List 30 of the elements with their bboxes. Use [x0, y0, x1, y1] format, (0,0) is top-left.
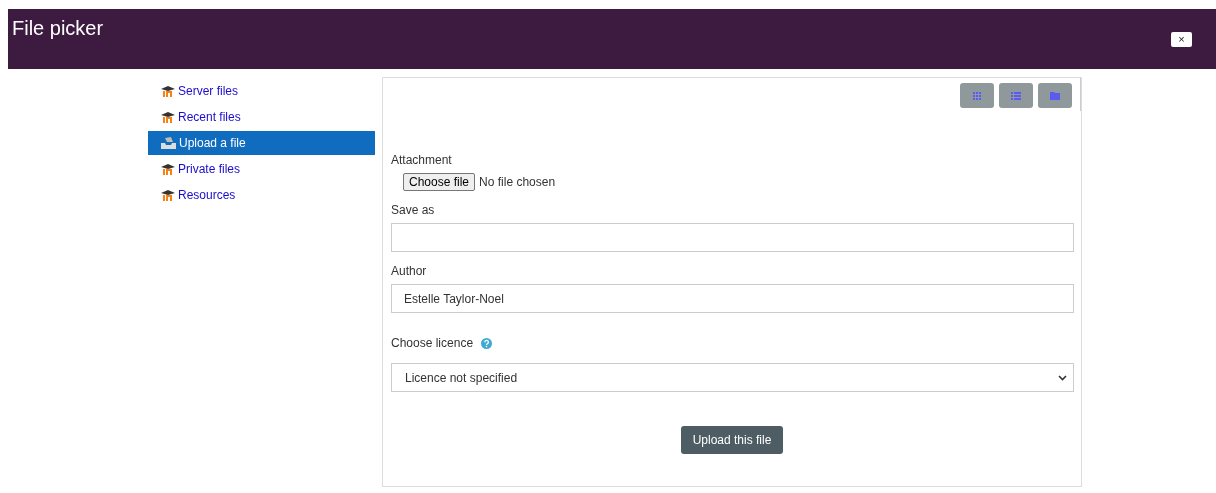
grid-icon [972, 91, 982, 100]
sidebar-item[interactable]: Resources [148, 183, 375, 207]
view-button[interactable] [1038, 83, 1072, 108]
field-label: Choose licence [391, 336, 474, 350]
close-button[interactable]: × [1171, 32, 1192, 47]
author-field[interactable]: Estelle Taylor-Noel [391, 284, 1074, 313]
sidebar-item[interactable]: Server files [148, 79, 375, 103]
field-label: Attachment [391, 153, 453, 167]
inbox-icon [161, 137, 176, 149]
folder-icon [1050, 91, 1060, 100]
field-label: Save as [391, 203, 436, 217]
mortarboard-icon [161, 85, 175, 97]
licence-dropdown[interactable]: Licence not specified [391, 363, 1074, 392]
mortarboard-icon [161, 111, 175, 123]
choose-file-button[interactable]: Choose file [403, 173, 476, 191]
view-button[interactable] [999, 83, 1033, 108]
help-icon[interactable] [481, 338, 493, 350]
list-icon [1011, 91, 1021, 100]
sidebar-item[interactable]: Private files [148, 157, 375, 181]
file-status: No file chosen [479, 175, 556, 189]
mortarboard-icon [161, 163, 175, 175]
view-button[interactable] [960, 83, 994, 108]
sidebar-item[interactable]: Upload a file [148, 131, 375, 155]
sidebar-item[interactable]: Recent files [148, 105, 375, 129]
mortarboard-icon [161, 189, 175, 201]
upload-button[interactable]: Upload this file [680, 426, 784, 454]
window-title: File picker [12, 17, 104, 40]
chevron-down-icon [1058, 374, 1067, 381]
field-label: Author [391, 264, 428, 278]
save-as-field[interactable] [391, 223, 1074, 252]
